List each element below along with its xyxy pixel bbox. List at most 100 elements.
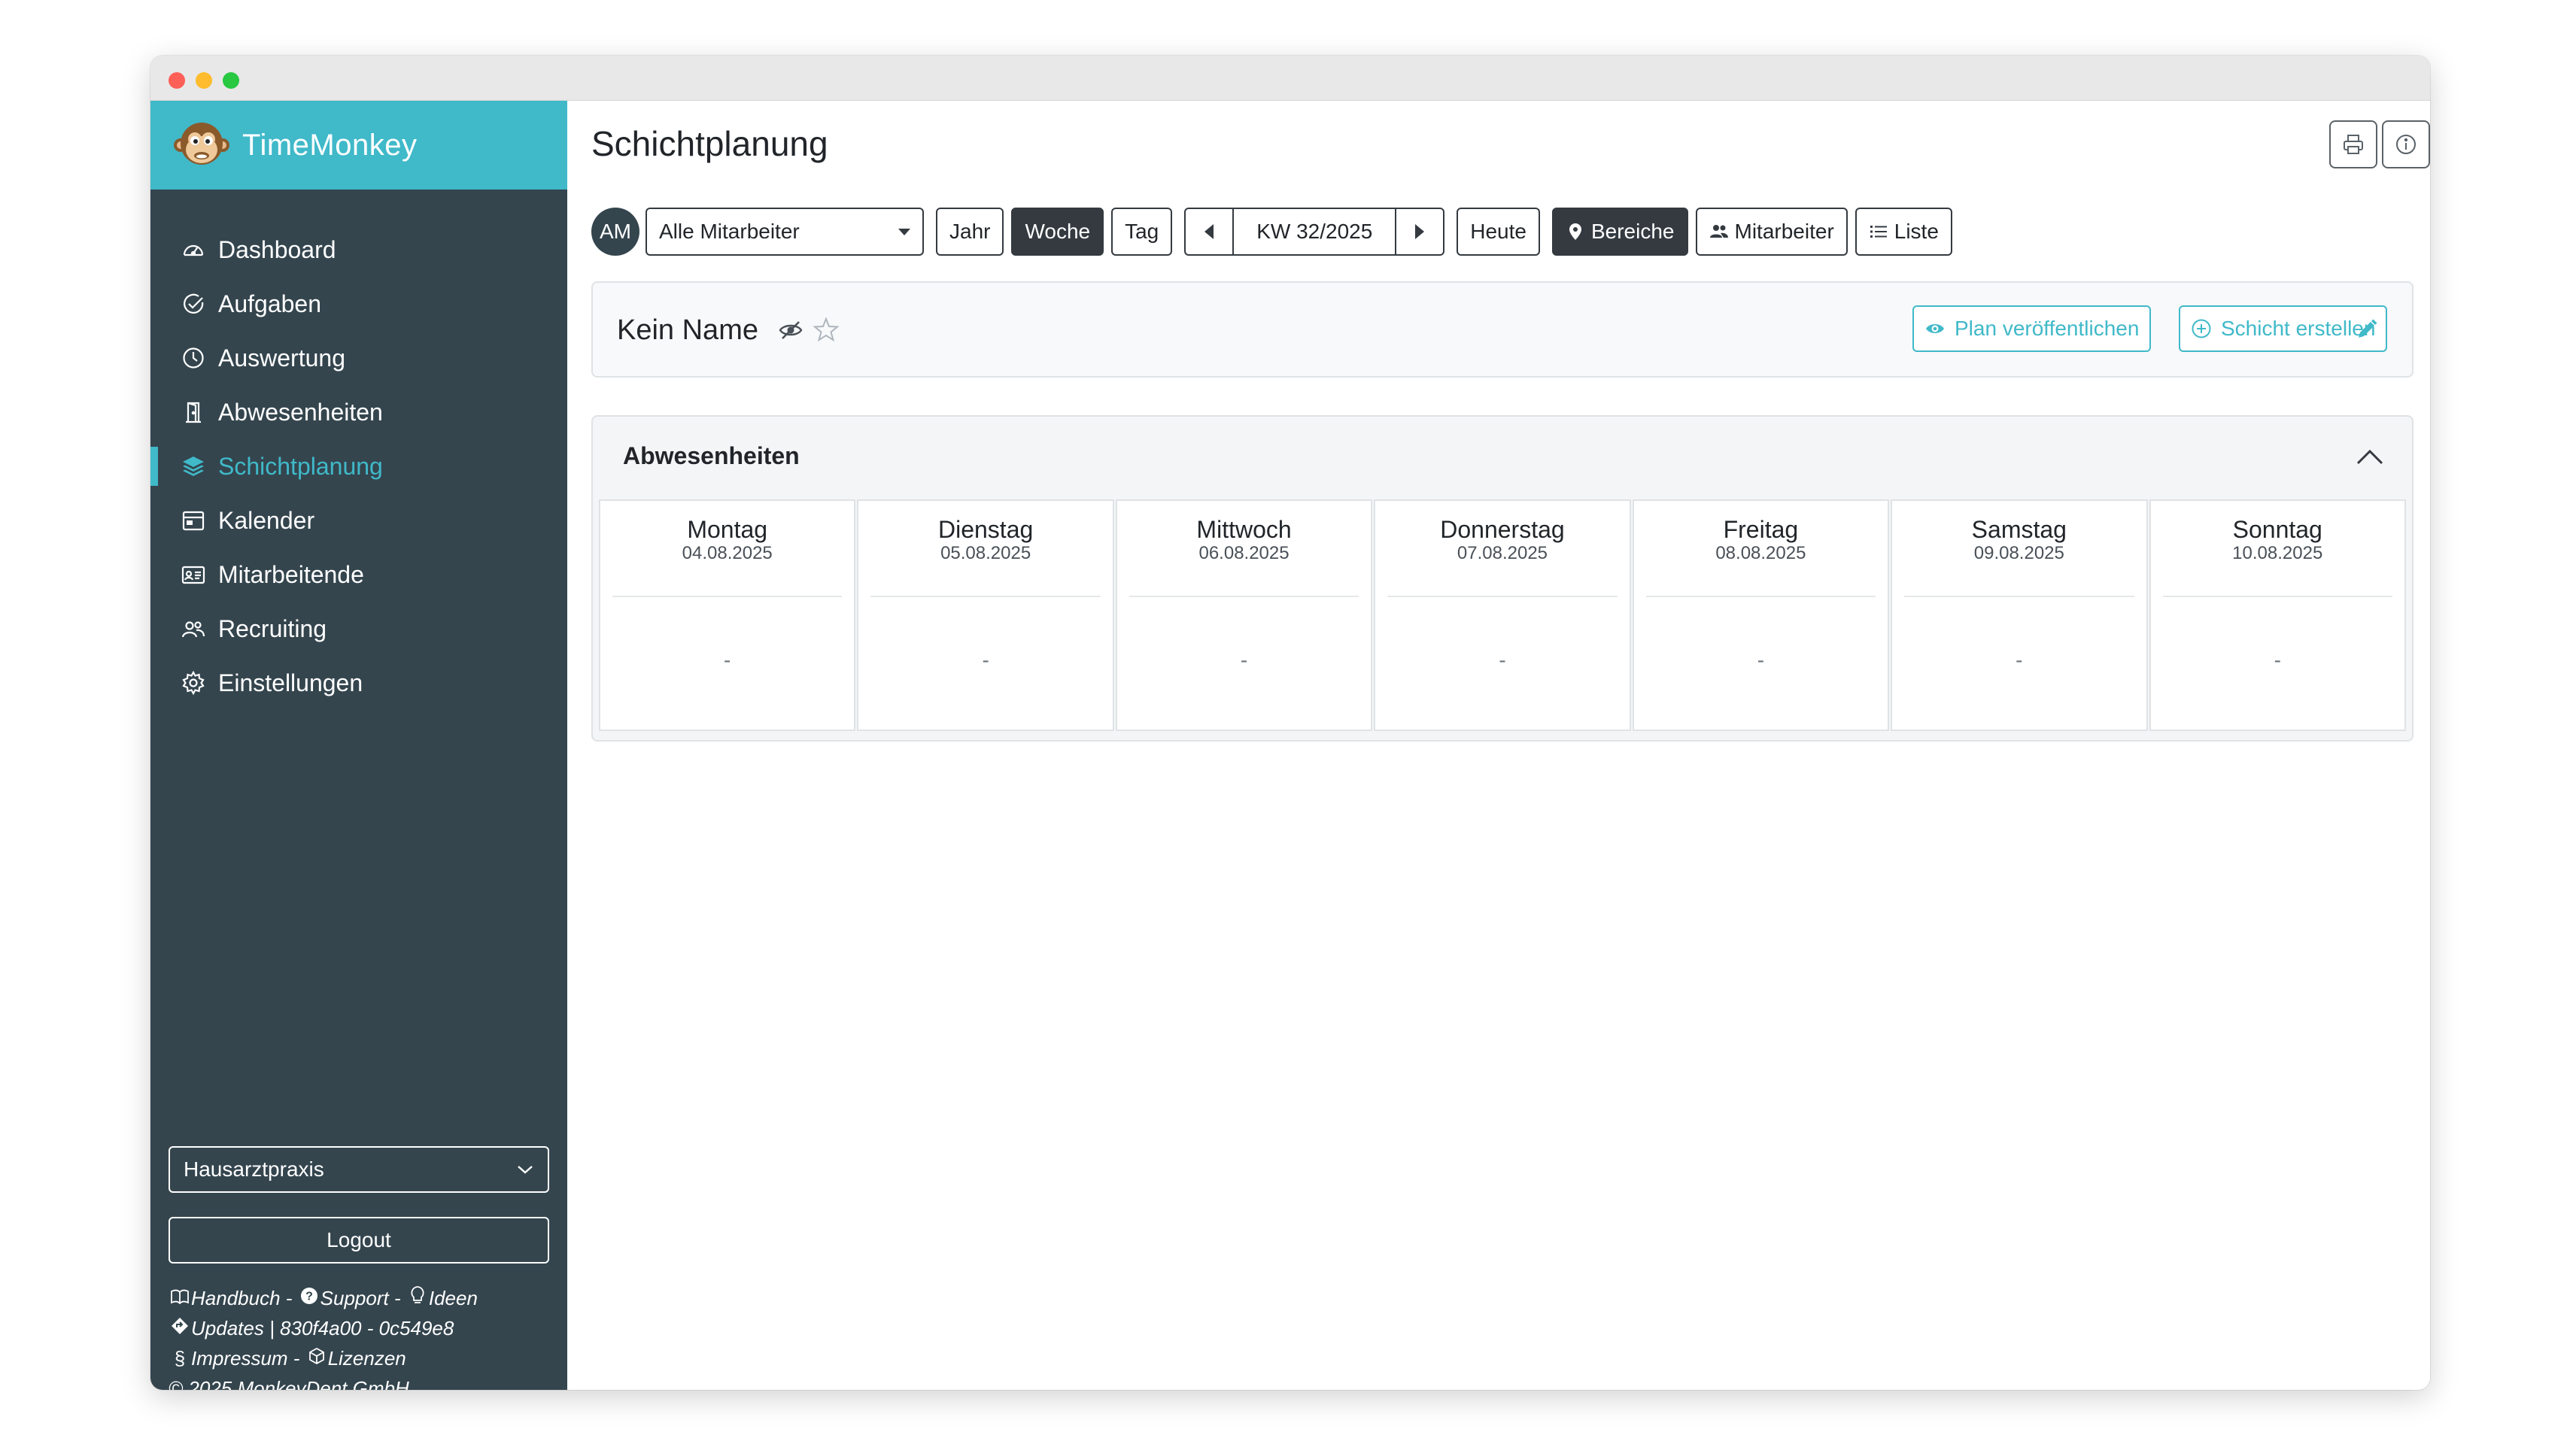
id-card-icon	[181, 562, 206, 587]
day-date: 09.08.2025	[1973, 543, 2064, 563]
employee-select[interactable]: Alle Mitarbeiter	[646, 208, 924, 256]
sidebar-footer: Handbuch - ? Support - Ideen Updates | 8…	[169, 1283, 560, 1390]
sidebar-item-kalender[interactable]: Kalender	[150, 493, 567, 548]
sidebar-item-schichtplanung[interactable]: Schichtplanung	[150, 439, 567, 493]
diamond-arrow-icon	[169, 1313, 191, 1343]
mitarbeiter-button[interactable]: Mitarbeiter	[1695, 208, 1848, 256]
day-absence-value: -	[982, 648, 989, 672]
liste-label: Liste	[1894, 220, 1939, 243]
day-absence-value: -	[1757, 648, 1765, 672]
window-titlebar	[150, 56, 2430, 101]
publish-plan-button[interactable]: Plan veröffentlichen	[1912, 305, 2152, 352]
sidebar-item-aufgaben[interactable]: Aufgaben	[150, 277, 567, 331]
sidebar-item-mitarbeitende[interactable]: Mitarbeitende	[150, 548, 567, 602]
logout-button[interactable]: Logout	[169, 1217, 549, 1264]
gear-icon	[181, 670, 206, 696]
sidebar-item-label: Recruiting	[218, 614, 327, 642]
copyright-text: © 2025 MonkeyDent GmbH	[169, 1377, 409, 1390]
sidebar-nav: Dashboard Aufgaben Auswertung Abwesenhei…	[150, 223, 567, 710]
caret-left-icon	[1204, 224, 1214, 239]
liste-button[interactable]: Liste	[1855, 208, 1952, 256]
day-date: 07.08.2025	[1457, 543, 1548, 563]
calendar-icon	[181, 508, 206, 533]
box-icon	[305, 1343, 328, 1373]
check-circle-icon	[181, 291, 206, 317]
handbuch-link[interactable]: Handbuch	[191, 1287, 281, 1309]
days-row: Montag 04.08.2025 - Dienstag 05.08.2025 …	[599, 499, 2406, 731]
print-button[interactable]	[2329, 120, 2377, 168]
day-absence-value: -	[1499, 648, 1506, 672]
ideen-link[interactable]: Ideen	[429, 1287, 478, 1309]
plan-card: Kein Name Plan veröffentlichen Schicht e…	[591, 281, 2413, 378]
practice-select-value: Hausarztpraxis	[184, 1157, 324, 1181]
maximize-window-button[interactable]	[223, 72, 239, 89]
close-window-button[interactable]	[169, 72, 185, 89]
sidebar-item-einstellungen[interactable]: Einstellungen	[150, 656, 567, 710]
dashboard-icon	[181, 237, 206, 262]
door-icon	[181, 399, 206, 425]
publish-plan-label: Plan veröffentlichen	[1955, 317, 2140, 340]
caret-right-icon	[1415, 224, 1425, 239]
footer-line-1: Handbuch - ? Support - Ideen	[169, 1283, 560, 1313]
today-button[interactable]: Heute	[1457, 208, 1540, 256]
footer-line-3: § Impressum - Lizenzen	[169, 1343, 560, 1373]
svg-text:?: ?	[305, 1291, 313, 1303]
day-name: Samstag	[1971, 516, 2067, 543]
sidebar-item-label: Dashboard	[218, 235, 336, 263]
previous-week-button[interactable]	[1184, 208, 1235, 256]
edit-pencil-icon[interactable]	[2355, 317, 2379, 341]
absences-header[interactable]: Abwesenheiten	[593, 417, 2412, 499]
sidebar-item-recruiting[interactable]: Recruiting	[150, 602, 567, 656]
avatar[interactable]: AM	[591, 208, 639, 256]
sidebar-item-dashboard[interactable]: Dashboard	[150, 223, 567, 277]
bereiche-button[interactable]: Bereiche	[1551, 208, 1688, 256]
mitarbeiter-label: Mitarbeiter	[1734, 220, 1834, 243]
next-week-button[interactable]	[1395, 208, 1445, 256]
chevron-up-icon[interactable]	[2355, 445, 2385, 469]
day-divider	[1645, 596, 1876, 597]
day-absence-value: -	[2274, 648, 2281, 672]
star-icon[interactable]	[813, 316, 840, 343]
day-divider	[1129, 596, 1359, 597]
app-window: TimeMonkey Dashboard Aufgaben Auswertung	[150, 56, 2430, 1390]
employee-select-value: Alle Mitarbeiter	[659, 220, 800, 243]
impressum-link[interactable]: Impressum	[191, 1347, 288, 1370]
day-column-monday: Montag 04.08.2025 -	[599, 499, 856, 731]
week-label[interactable]: KW 32/2025	[1234, 208, 1396, 256]
view-week-button[interactable]: Woche	[1011, 208, 1104, 256]
day-absence-value: -	[724, 648, 731, 672]
eye-slash-icon[interactable]	[778, 317, 803, 343]
lizenzen-link[interactable]: Lizenzen	[328, 1347, 406, 1370]
page-title: Schichtplanung	[591, 124, 828, 163]
day-column-friday: Freitag 08.08.2025 -	[1632, 499, 1890, 731]
sidebar-item-abwesenheiten[interactable]: Abwesenheiten	[150, 385, 567, 439]
app-name: TimeMonkey	[242, 128, 418, 162]
minimize-window-button[interactable]	[196, 72, 212, 89]
users-icon	[1709, 225, 1728, 238]
monkey-logo-icon	[174, 123, 229, 165]
updates-link[interactable]: Updates | 830f4a00 - 0c549e8	[191, 1317, 454, 1339]
list-icon	[1870, 226, 1887, 238]
support-link[interactable]: Support	[320, 1287, 389, 1309]
lightbulb-icon	[406, 1283, 429, 1313]
day-date: 05.08.2025	[940, 543, 1031, 563]
view-year-button[interactable]: Jahr	[936, 208, 1004, 256]
day-divider	[1904, 596, 2134, 597]
sidebar-item-label: Aufgaben	[218, 290, 322, 317]
absences-title: Abwesenheiten	[623, 442, 800, 469]
practice-select[interactable]: Hausarztpraxis	[169, 1146, 549, 1193]
printer-icon	[2344, 135, 2363, 154]
brand-header[interactable]: TimeMonkey	[150, 101, 567, 190]
sidebar: TimeMonkey Dashboard Aufgaben Auswertung	[150, 101, 567, 1390]
people-icon	[181, 616, 206, 642]
day-divider	[612, 596, 843, 597]
day-column-tuesday: Dienstag 05.08.2025 -	[857, 499, 1114, 731]
info-button[interactable]	[2382, 120, 2430, 168]
create-shift-label: Schicht erstellen	[2221, 317, 2376, 340]
plan-name: Kein Name	[617, 314, 758, 346]
day-name: Mittwoch	[1196, 516, 1292, 543]
view-day-button[interactable]: Tag	[1111, 208, 1173, 256]
info-icon	[2396, 135, 2416, 154]
sidebar-item-auswertung[interactable]: Auswertung	[150, 331, 567, 385]
schedule-toolbar: AM Alle Mitarbeiter Jahr Woche Tag KW 32…	[591, 208, 1960, 256]
